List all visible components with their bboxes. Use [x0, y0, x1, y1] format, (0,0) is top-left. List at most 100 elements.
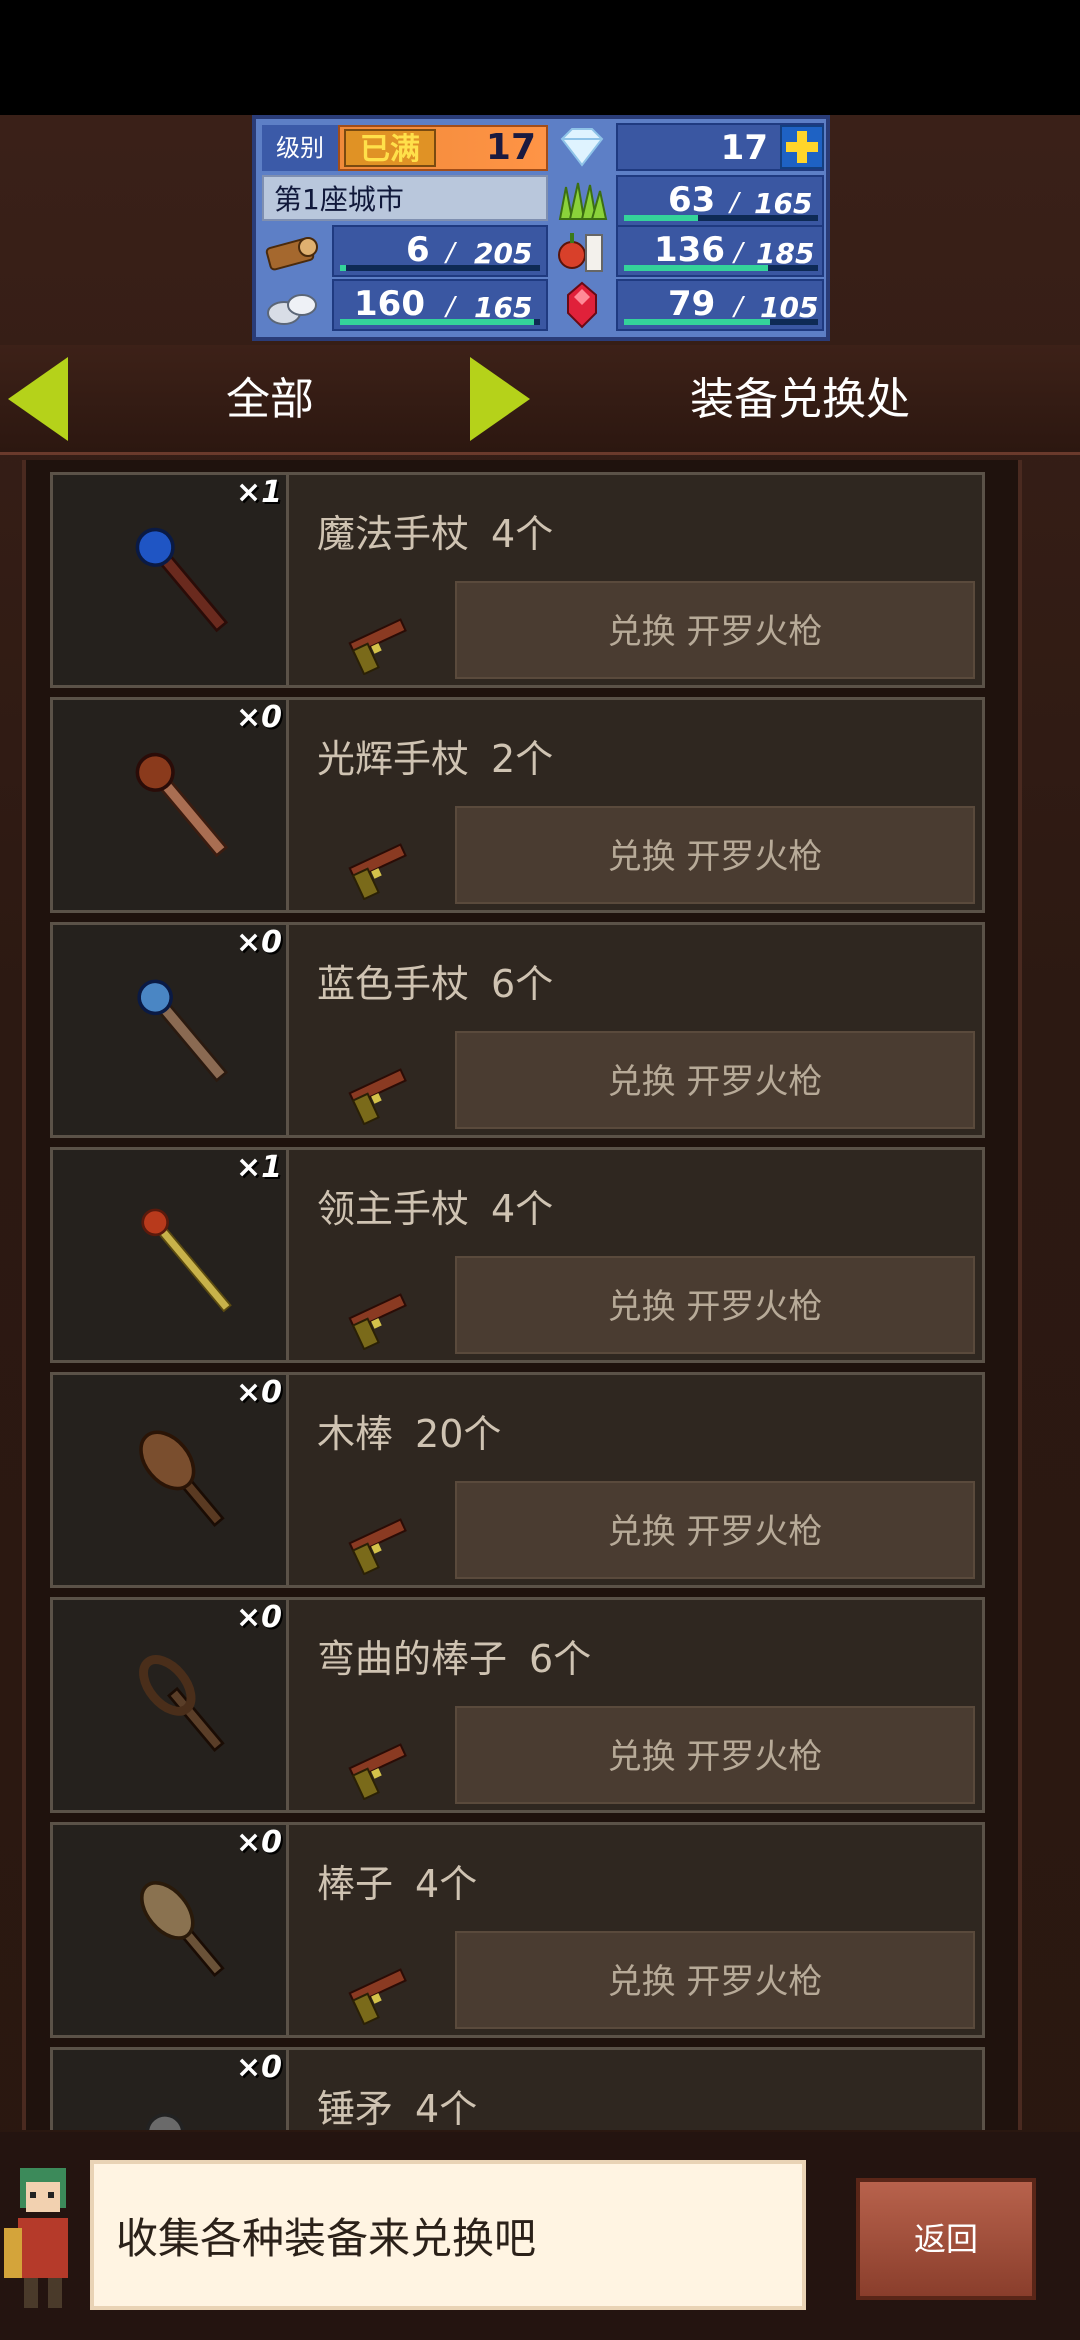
musket-icon	[348, 1518, 407, 1576]
wooden-club-icon	[139, 1430, 225, 1528]
reward-thumbnail	[343, 830, 413, 904]
reward-thumbnail	[343, 1955, 413, 2029]
item-name-line: 魔法手杖 4个	[317, 503, 553, 558]
category-nav: 全部 装备兑换处	[0, 345, 1080, 455]
item-name-line: 棒子 4个	[317, 1853, 477, 1908]
item-thumbnail[interactable]: ×0	[53, 1825, 289, 2035]
mace-icon	[145, 2113, 185, 2130]
musket-icon	[348, 843, 407, 901]
system-status-bar	[0, 0, 1080, 115]
musket-icon	[348, 618, 407, 676]
gem-count: 17	[720, 128, 768, 168]
magic-staff-icon	[135, 527, 229, 633]
item-qty: 4个	[415, 1862, 478, 1906]
item-name: 蓝色手杖	[317, 962, 470, 1006]
list-item[interactable]: ×0 弯曲的棒子 6个兑换 开罗火枪	[50, 1597, 985, 1813]
food-icon	[552, 225, 622, 277]
item-name: 弯曲的棒子	[317, 1637, 508, 1681]
dialog-text: 收集各种装备来兑换吧	[116, 2214, 537, 2263]
ruby-bar	[624, 319, 818, 325]
exchange-button[interactable]: 兑换 开罗火枪	[455, 581, 975, 679]
wood-icon	[262, 225, 332, 277]
exchange-button[interactable]: 兑换 开罗火枪	[455, 806, 975, 904]
musket-icon	[348, 1293, 407, 1351]
reward-thumbnail	[343, 1280, 413, 1354]
item-name: 光辉手杖	[317, 737, 470, 781]
item-name-line: 光辉手杖 2个	[317, 728, 553, 783]
ruby-icon	[552, 279, 622, 331]
resource-wood: 6 / 205	[262, 225, 548, 277]
wood-bar	[340, 265, 540, 271]
item-name: 木棒	[317, 1412, 394, 1456]
musket-icon	[348, 1743, 407, 1801]
list-item[interactable]: ×1 魔法手杖 4个兑换 开罗火枪	[50, 472, 985, 688]
level-value: 17	[485, 127, 536, 168]
list-item[interactable]: ×0锤矛4个兑换 开罗火枪	[50, 2047, 985, 2130]
grass-max: 165	[754, 187, 813, 220]
list-item[interactable]: ×0 光辉手杖 2个兑换 开罗火枪	[50, 697, 985, 913]
item-thumbnail[interactable]: ×0	[53, 925, 289, 1135]
add-gems-button[interactable]	[780, 125, 824, 169]
item-name-line: 蓝色手杖 6个	[317, 953, 553, 1008]
exchange-button[interactable]: 兑换 开罗火枪	[455, 1256, 975, 1354]
city-name: 第1座城市	[262, 175, 548, 221]
item-qty: 20个	[415, 1412, 502, 1456]
item-name: 锤矛	[317, 2087, 394, 2130]
next-category-button[interactable]	[470, 357, 530, 441]
item-name: 棒子	[317, 1862, 394, 1906]
page-title: 装备兑换处	[690, 374, 910, 425]
list-item[interactable]: ×0 棒子 4个兑换 开罗火枪	[50, 1822, 985, 2038]
reward-thumbnail	[343, 605, 413, 679]
exchange-button[interactable]: 兑换 开罗火枪	[455, 1931, 975, 2029]
dialog-bubble: 收集各种装备来兑换吧	[90, 2160, 806, 2310]
list-item[interactable]: ×1 领主手杖 4个兑换 开罗火枪	[50, 1147, 985, 1363]
level-label: 级别	[262, 125, 338, 171]
item-thumbnail[interactable]: ×0	[53, 1600, 289, 1810]
ruby-max: 105	[760, 291, 819, 324]
item-thumbnail[interactable]: ×0	[53, 2050, 289, 2130]
item-thumbnail[interactable]: ×1	[53, 475, 289, 685]
item-name: 领主手杖	[317, 1187, 470, 1231]
radiant-staff-icon	[135, 752, 229, 858]
advisor-avatar	[0, 2158, 86, 2318]
item-qty: 4个	[491, 1187, 554, 1231]
exchange-list[interactable]: ×1 魔法手杖 4个 兑换 开罗火枪 ×0 光辉手杖 2个 兑换 开罗火枪 ×0 蓝色手杖 6个 兑换…	[50, 472, 1008, 2130]
food-max: 185	[756, 237, 815, 270]
exchange-list-frame: ×1 魔法手杖 4个 兑换 开罗火枪 ×0 光辉手杖 2个 兑换 开罗火枪 ×0 蓝色手杖 6个 兑换…	[22, 460, 1022, 2130]
reward-thumbnail	[343, 1055, 413, 1129]
resource-ruby: 79 / 105	[552, 279, 826, 331]
status-panel: 级别 已满 17 17 第1座城市 63 / 165 6 / 205 136 /…	[252, 115, 830, 341]
blue-staff-icon	[137, 979, 229, 1083]
item-qty: 4个	[491, 512, 554, 556]
grass-icon	[552, 175, 622, 227]
lord-staff-icon	[141, 1208, 232, 1313]
grass-bar	[624, 215, 818, 221]
exchange-button[interactable]: 兑换 开罗火枪	[455, 1706, 975, 1804]
diamond-icon	[552, 123, 622, 175]
item-name-line: 锤矛 4个	[317, 2078, 477, 2130]
prev-category-button[interactable]	[8, 357, 68, 441]
resource-food: 136 / 185	[552, 225, 826, 277]
list-item[interactable]: ×0 木棒 20个兑换 开罗火枪	[50, 1372, 985, 1588]
item-thumbnail[interactable]: ×0	[53, 700, 289, 910]
exchange-button[interactable]: 兑换 开罗火枪	[455, 1481, 975, 1579]
category-label: 全部	[226, 374, 314, 425]
item-qty: 2个	[491, 737, 554, 781]
list-item[interactable]: ×0 蓝色手杖 6个兑换 开罗火枪	[50, 922, 985, 1138]
exchange-button[interactable]: 兑换 开罗火枪	[455, 1031, 975, 1129]
stone-max: 165	[474, 291, 533, 324]
item-name-line: 弯曲的棒子 6个	[317, 1628, 591, 1683]
item-qty: 4个	[415, 2087, 478, 2130]
gem-counter: 17	[552, 123, 826, 171]
level-max-badge: 已满	[344, 129, 436, 167]
reward-thumbnail	[343, 1730, 413, 1804]
item-name: 魔法手杖	[317, 512, 470, 556]
level-bar: 已满 17	[338, 125, 548, 171]
plus-icon	[786, 131, 818, 163]
item-thumbnail[interactable]: ×0	[53, 1375, 289, 1585]
item-thumbnail[interactable]: ×1	[53, 1150, 289, 1360]
back-button[interactable]: 返回	[856, 2178, 1036, 2300]
item-qty: 6个	[529, 1637, 592, 1681]
stone-icon	[262, 279, 332, 331]
scrollbar[interactable]	[1018, 472, 1022, 2122]
